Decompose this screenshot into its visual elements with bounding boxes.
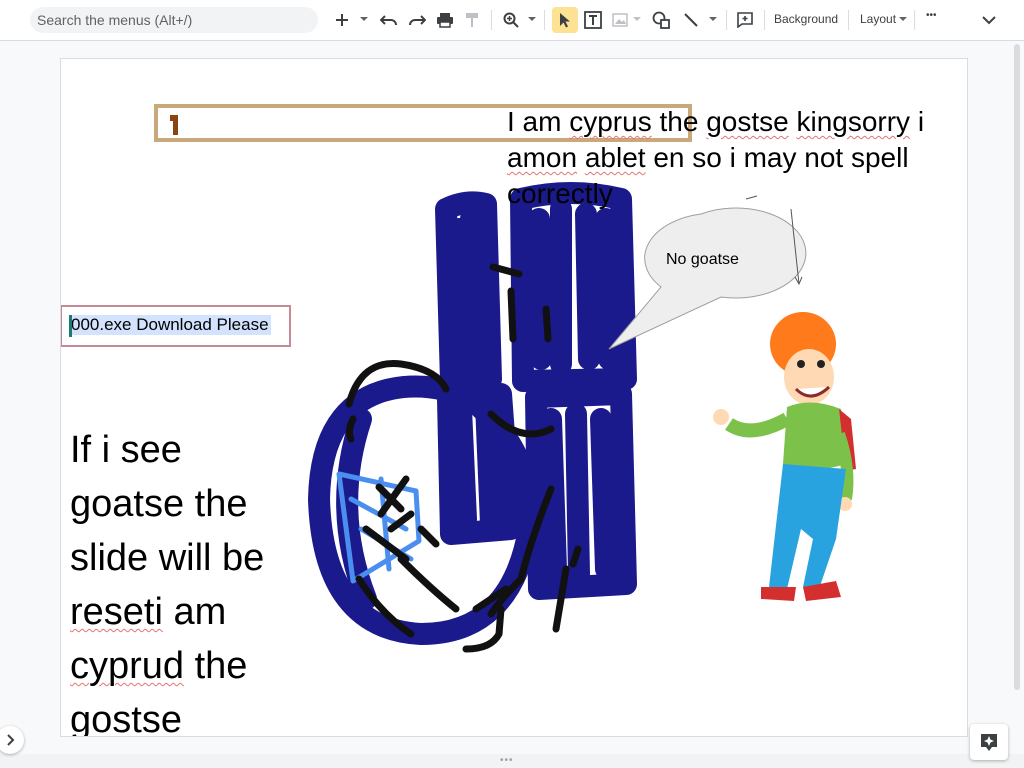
- line-icon[interactable]: [682, 8, 700, 32]
- text-box-icon[interactable]: [584, 8, 602, 32]
- toolbar-separator: [726, 10, 727, 30]
- explore-button[interactable]: [970, 724, 1008, 760]
- speech-bubble-text[interactable]: No goatse: [666, 251, 739, 269]
- vertical-scrollbar[interactable]: [1014, 44, 1020, 690]
- slide[interactable]: I am cyprus the gostse kingsorry i amon …: [60, 58, 968, 737]
- cartoon-character-image: [698, 312, 856, 604]
- toolbar-separator: [491, 10, 492, 30]
- left-big-text[interactable]: If i see goatse the slide will be reseti…: [70, 423, 300, 736]
- plus-icon[interactable]: [334, 8, 350, 32]
- image-dropdown[interactable]: [633, 17, 641, 21]
- top-right-text[interactable]: I am cyprus the gostse kingsorry i amon …: [507, 104, 957, 212]
- toolbar-separator: [764, 10, 765, 30]
- shape-icon[interactable]: [652, 8, 670, 32]
- zoom-icon[interactable]: [502, 8, 520, 32]
- select-icon[interactable]: [557, 8, 573, 32]
- paint-format-icon[interactable]: [464, 8, 480, 32]
- text-cursor: [170, 115, 178, 135]
- layout-button[interactable]: Layout: [860, 12, 896, 26]
- more-options-button[interactable]: •••: [926, 10, 937, 21]
- undo-icon[interactable]: [380, 8, 398, 32]
- new-slide-dropdown[interactable]: [360, 17, 368, 21]
- image-icon[interactable]: [612, 8, 628, 32]
- comment-icon[interactable]: [736, 8, 754, 32]
- layout-dropdown[interactable]: [899, 17, 907, 21]
- dark-blue-strokes: [308, 182, 637, 645]
- toolbar-separator: [914, 10, 915, 30]
- toolbar-separator: [544, 10, 545, 30]
- resize-handle-icon[interactable]: •••: [500, 755, 514, 766]
- toolbar-separator: [848, 10, 849, 30]
- redo-icon[interactable]: [408, 8, 426, 32]
- background-button[interactable]: Background: [774, 12, 838, 26]
- exe-download-text[interactable]: 000.exe Download Please: [69, 315, 271, 335]
- zoom-dropdown[interactable]: [528, 17, 536, 21]
- chevron-right-icon: [7, 734, 15, 746]
- menu-search-input[interactable]: Search the menus (Alt+/): [30, 7, 318, 33]
- toolbar: Search the menus (Alt+/) Background Layo…: [0, 0, 1024, 41]
- line-dropdown[interactable]: [709, 17, 717, 21]
- print-icon[interactable]: [436, 8, 454, 32]
- collapse-icon[interactable]: [980, 8, 998, 32]
- text-cursor: [69, 315, 72, 337]
- explore-icon: [981, 734, 997, 751]
